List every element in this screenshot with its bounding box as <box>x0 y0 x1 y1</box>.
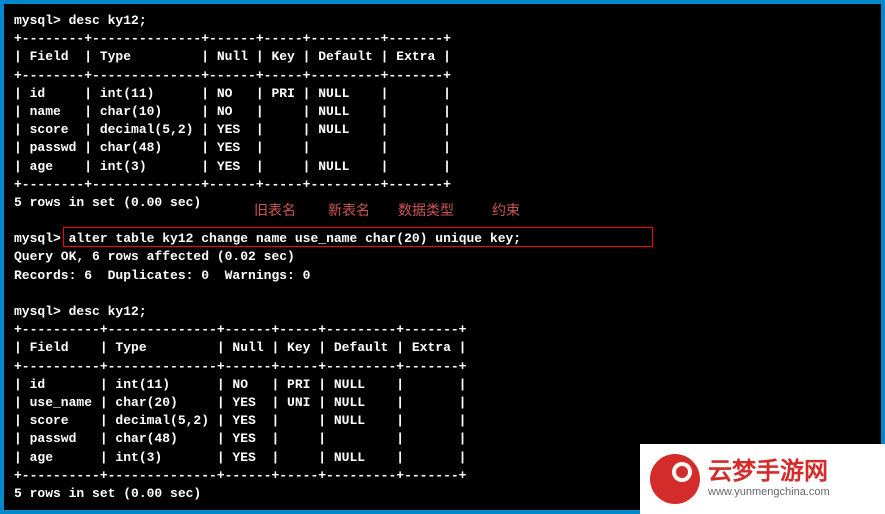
command-3: desc ky12; <box>69 304 147 319</box>
annotation-new-name: 新表名 <box>328 200 370 220</box>
annotation-constraint: 约束 <box>492 200 520 220</box>
table1-row-0: | id | int(11) | NO | PRI | NULL | | <box>14 86 451 101</box>
table2-row-1: | use_name | char(20) | YES | UNI | NULL… <box>14 395 466 410</box>
table2-header: | Field | Type | Null | Key | Default | … <box>14 340 466 355</box>
result-1: 5 rows in set (0.00 sec) <box>14 195 201 210</box>
prompt: mysql> <box>14 13 61 28</box>
watermark-url: www.yunmengchina.com <box>708 486 830 498</box>
table1-header: | Field | Type | Null | Key | Default | … <box>14 49 451 64</box>
table1-row-2: | score | decimal(5,2) | YES | | NULL | … <box>14 122 451 137</box>
table1-row-4: | age | int(3) | YES | | NULL | | <box>14 159 451 174</box>
table2-row-3: | passwd | char(48) | YES | | | | <box>14 431 466 446</box>
table2-divider-top: +----------+--------------+------+-----+… <box>14 322 466 337</box>
result-3: 5 rows in set (0.00 sec) <box>14 486 201 501</box>
table2-row-4: | age | int(3) | YES | | NULL | | <box>14 450 466 465</box>
annotation-old-name: 旧表名 <box>254 200 296 220</box>
watermark-title: 云梦手游网 <box>708 460 830 484</box>
table1-divider-top: +--------+--------------+------+-----+--… <box>14 31 451 46</box>
table2-divider-mid: +----------+--------------+------+-----+… <box>14 359 466 374</box>
annotation-datatype: 数据类型 <box>398 200 454 220</box>
table1-divider-mid: +--------+--------------+------+-----+--… <box>14 68 451 83</box>
command-1: desc ky12; <box>69 13 147 28</box>
table1-row-1: | name | char(10) | NO | | NULL | | <box>14 104 451 119</box>
logo-icon <box>650 454 700 504</box>
table2-divider-bot: +----------+--------------+------+-----+… <box>14 468 466 483</box>
prompt: mysql> <box>14 304 61 319</box>
table1-divider-bot: +--------+--------------+------+-----+--… <box>14 177 451 192</box>
prompt: mysql> <box>14 231 61 246</box>
table2-row-2: | score | decimal(5,2) | YES | | NULL | … <box>14 413 466 428</box>
table2-row-0: | id | int(11) | NO | PRI | NULL | | <box>14 377 466 392</box>
result-2a: Query OK, 6 rows affected (0.02 sec) <box>14 249 295 264</box>
command-2: alter table ky12 change name use_name ch… <box>69 231 521 246</box>
result-2b: Records: 6 Duplicates: 0 Warnings: 0 <box>14 268 310 283</box>
mysql-terminal[interactable]: mysql> desc ky12; +--------+------------… <box>0 0 885 514</box>
table1-row-3: | passwd | char(48) | YES | | | | <box>14 140 451 155</box>
watermark: 云梦手游网 www.yunmengchina.com <box>640 444 885 514</box>
